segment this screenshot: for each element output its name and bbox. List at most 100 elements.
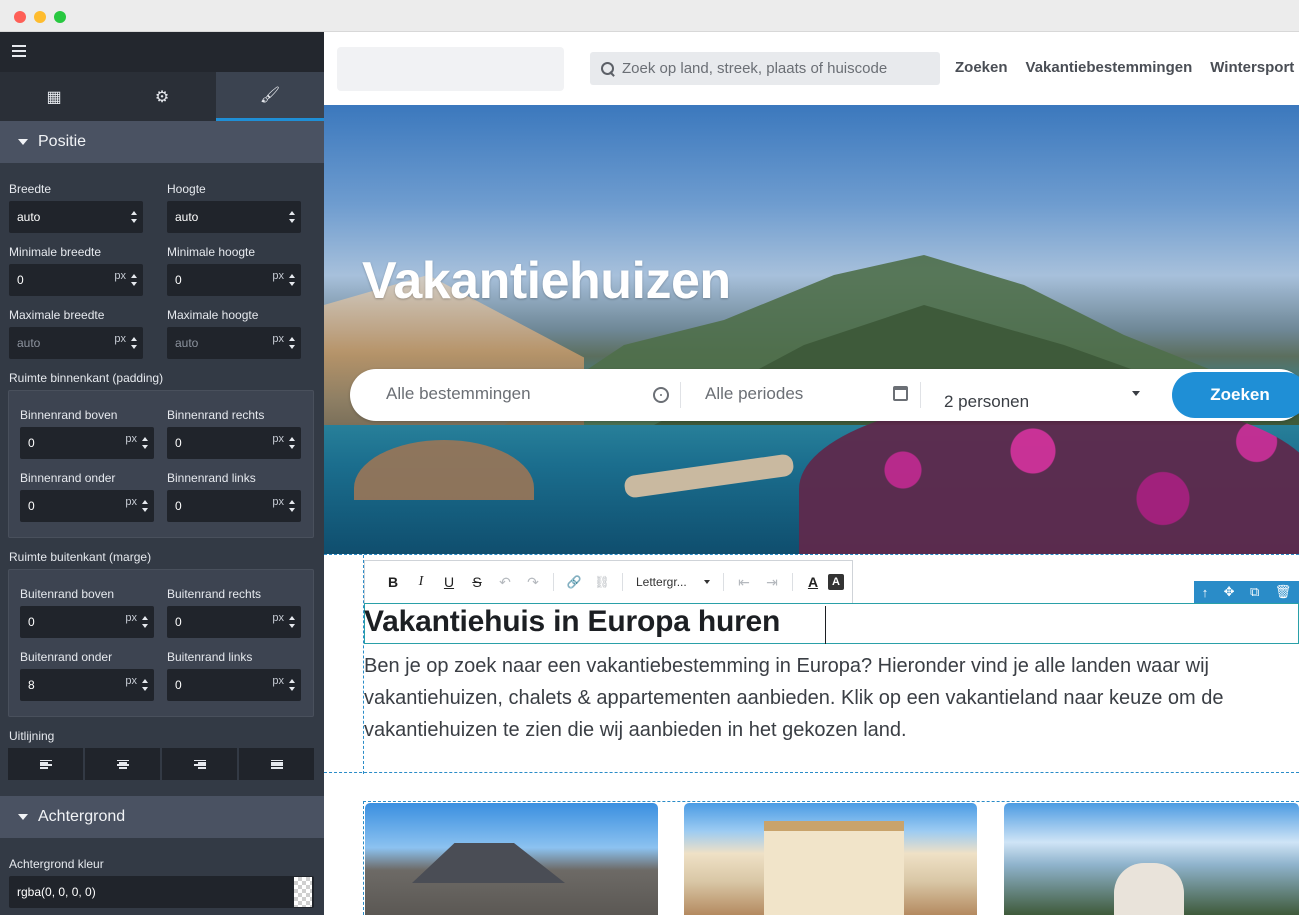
max-hoogte-placeholder: auto [175, 336, 199, 350]
transparent-swatch-icon[interactable] [294, 877, 312, 907]
unit-label: px [272, 612, 284, 624]
italic-button[interactable]: I [408, 569, 434, 595]
section-heading[interactable]: Vakantiehuis in Europa huren [364, 605, 780, 639]
bg-color-input[interactable]: rgba(0, 0, 0, 0) [9, 876, 314, 908]
min-hoogte-input[interactable]: 0 px [167, 264, 301, 296]
location-target-icon[interactable] [653, 387, 669, 403]
stepper-icon[interactable] [289, 437, 296, 449]
maximize-window-button[interactable] [54, 11, 66, 23]
margin-left-label: Buitenrand links [167, 650, 253, 664]
trash-icon[interactable]: 🗑 [1275, 584, 1292, 600]
chevron-down-icon [704, 580, 710, 584]
outdent-button[interactable]: ⇤ [731, 569, 757, 595]
stepper-icon[interactable] [142, 616, 149, 628]
margin-group-label: Ruimte buitenkant (marge) [9, 550, 152, 564]
hoogte-select[interactable]: auto [167, 201, 301, 233]
padding-top-input[interactable]: 0 px [20, 427, 154, 459]
padding-left-label: Binnenrand links [167, 471, 256, 485]
tab-widgets[interactable]: ▦ [0, 72, 108, 121]
align-right-button[interactable] [162, 748, 237, 780]
max-hoogte-input[interactable]: auto px [167, 327, 301, 359]
indent-button[interactable]: ⇥ [759, 569, 785, 595]
section-positie-header[interactable]: Positie [0, 121, 324, 163]
period-field[interactable]: Alle periodes [705, 384, 803, 404]
section-achtergrond-header[interactable]: Achtergrond [0, 796, 324, 838]
close-window-button[interactable] [14, 11, 26, 23]
drag-move-icon[interactable]: ✥ [1224, 584, 1235, 600]
search-submit-button[interactable]: Zoeken [1172, 372, 1299, 418]
section-paragraph[interactable]: Ben je op zoek naar een vakantiebestemmi… [364, 650, 1294, 746]
margin-top-input[interactable]: 0 px [20, 606, 154, 638]
padding-bottom-value: 0 [28, 499, 35, 513]
alignment-label: Uitlijning [9, 729, 55, 743]
font-size-select-label: Lettergr... [636, 575, 687, 589]
strikethrough-button[interactable]: S [464, 569, 490, 595]
stepper-icon[interactable] [289, 274, 296, 286]
background-color-button[interactable]: A [828, 574, 844, 590]
move-up-icon[interactable]: ↑ [1202, 585, 1209, 600]
stepper-icon[interactable] [142, 500, 149, 512]
minimize-window-button[interactable] [34, 11, 46, 23]
destination-field[interactable]: Alle bestemmingen [386, 384, 531, 404]
bg-color-value: rgba(0, 0, 0, 0) [17, 885, 96, 899]
stepper-icon[interactable] [131, 211, 138, 223]
undo-button[interactable]: ↶ [492, 569, 518, 595]
stepper-icon[interactable] [289, 500, 296, 512]
logo-placeholder[interactable] [337, 47, 564, 91]
chevron-down-icon[interactable] [1132, 391, 1140, 396]
main-nav: Zoeken Vakantiebestemmingen Wintersport [955, 59, 1294, 76]
hero-title[interactable]: Vakantiehuizen [362, 251, 731, 311]
stepper-icon[interactable] [131, 337, 138, 349]
breedte-label: Breedte [9, 182, 52, 196]
stepper-icon[interactable] [142, 679, 149, 691]
unlink-icon[interactable]: ⛓ [589, 569, 615, 595]
bold-button[interactable]: B [380, 569, 406, 595]
nav-item-zoeken[interactable]: Zoeken [955, 59, 1008, 76]
max-breedte-input[interactable]: auto px [9, 327, 143, 359]
align-center-button[interactable] [85, 748, 160, 780]
margin-right-input[interactable]: 0 px [167, 606, 301, 638]
min-breedte-input[interactable]: 0 px [9, 264, 143, 296]
calendar-icon[interactable] [893, 386, 908, 401]
stepper-icon[interactable] [142, 437, 149, 449]
tab-settings[interactable]: ⚙ [108, 72, 216, 121]
padding-left-input[interactable]: 0 px [167, 490, 301, 522]
tab-style[interactable]: 🖌 [216, 72, 324, 121]
text-color-button[interactable]: A [800, 569, 826, 595]
site-search-input[interactable]: Zoek op land, streek, plaats of huiscode [590, 52, 940, 85]
stepper-icon[interactable] [289, 616, 296, 628]
unit-label: px [272, 270, 284, 282]
booking-search-bar: Alle bestemmingen Alle periodes 2 person… [350, 369, 1299, 421]
property-card-image[interactable] [684, 803, 977, 915]
align-justify-button[interactable] [239, 748, 314, 780]
link-icon[interactable]: 🔗 [561, 569, 587, 595]
align-left-button[interactable] [8, 748, 83, 780]
font-size-select[interactable]: Lettergr... [630, 575, 716, 589]
breedte-select[interactable]: auto [9, 201, 143, 233]
nav-item-wintersport[interactable]: Wintersport [1210, 59, 1294, 76]
unit-label: px [125, 433, 137, 445]
underline-button[interactable]: U [436, 569, 462, 595]
stepper-icon[interactable] [289, 679, 296, 691]
property-card-image[interactable] [1004, 803, 1299, 915]
site-header: Zoek op land, streek, plaats of huiscode… [324, 32, 1299, 105]
margin-bottom-input[interactable]: 8 px [20, 669, 154, 701]
padding-right-input[interactable]: 0 px [167, 427, 301, 459]
padding-bottom-input[interactable]: 0 px [20, 490, 154, 522]
gear-icon: ⚙ [154, 88, 170, 106]
nav-item-vakantiebestemmingen[interactable]: Vakantiebestemmingen [1026, 59, 1193, 76]
margin-right-label: Buitenrand rechts [167, 587, 262, 601]
stepper-icon[interactable] [131, 274, 138, 286]
section-positie-title: Positie [38, 133, 87, 150]
stepper-icon[interactable] [289, 211, 296, 223]
title-bar [0, 0, 1299, 32]
property-card-image[interactable] [365, 803, 658, 915]
persons-select[interactable]: 2 personen [944, 392, 1029, 412]
stepper-icon[interactable] [289, 337, 296, 349]
margin-left-input[interactable]: 0 px [167, 669, 301, 701]
unit-label: px [125, 612, 137, 624]
redo-button[interactable]: ↷ [520, 569, 546, 595]
caret-down-icon [18, 814, 28, 820]
duplicate-icon[interactable]: ⧉ [1250, 584, 1259, 600]
hamburger-menu-icon[interactable] [12, 45, 26, 57]
